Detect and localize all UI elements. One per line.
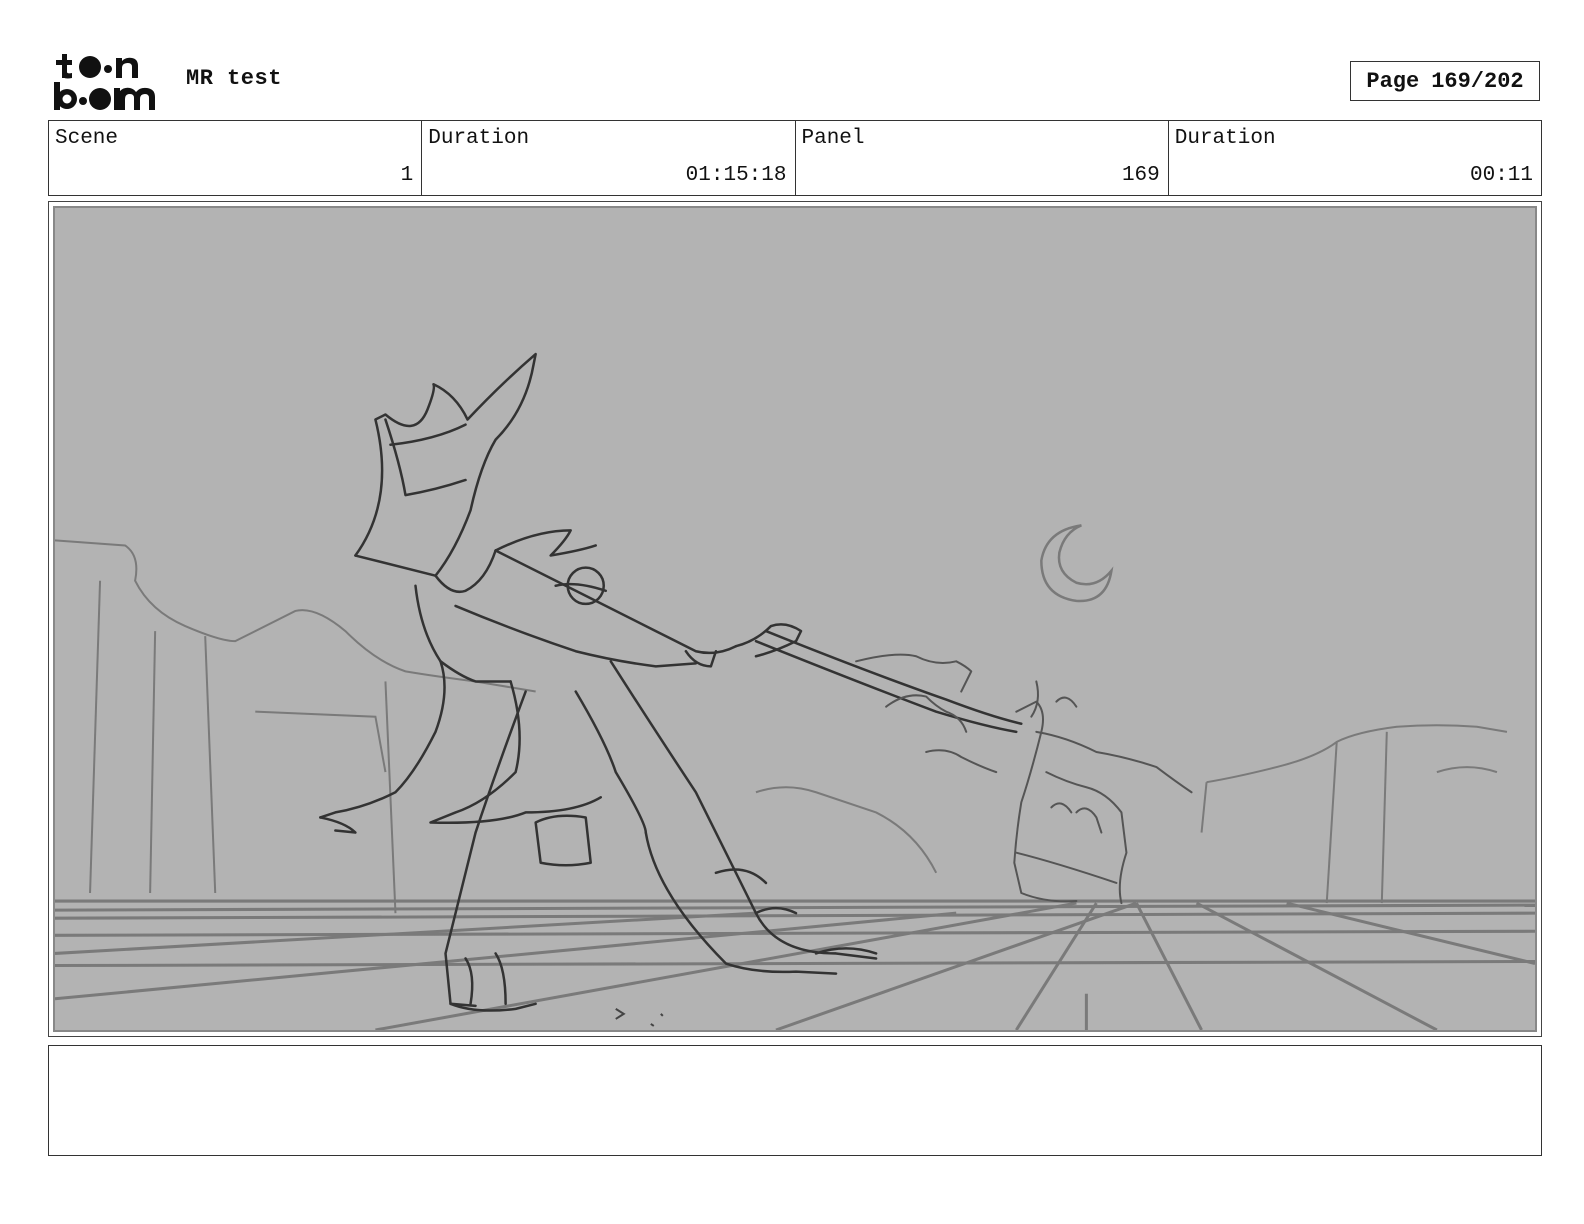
panel-label: Panel [801,127,865,150]
storyboard-panel-frame [48,201,1542,1037]
creature-sketch [855,653,1193,905]
page-indicator: Page 169/202 [1350,61,1540,101]
page-label: Page [1366,68,1420,94]
floor-grid [55,899,1535,1030]
project-title: MR test [186,66,282,91]
misc-marks [615,1007,664,1027]
panel-info-table: Scene 1 Duration 01:15:18 Panel 169 Dura… [48,120,1542,196]
panel-duration-cell: Duration 00:11 [1169,121,1541,195]
storyboard-sketch [53,206,1537,1032]
scene-duration-label: Duration [428,127,530,150]
toon-boom-logo [50,50,165,112]
scene-duration-cell: Duration 01:15:18 [422,121,796,195]
panel-duration-value: 00:11 [1469,164,1533,187]
character-sketch [319,352,1023,1012]
panel-duration-label: Duration [1174,127,1276,150]
moon-sketch [1040,524,1114,603]
background-mesas [55,539,1508,914]
scene-label: Scene [55,127,119,150]
scene-cell: Scene 1 [49,121,423,195]
panel-notes-box [48,1045,1542,1156]
panel-value: 169 [1121,164,1160,187]
scene-duration-value: 01:15:18 [685,164,787,187]
page-number: 169/202 [1431,68,1524,94]
scene-value: 1 [400,164,414,187]
panel-cell: Panel 169 [796,121,1169,195]
